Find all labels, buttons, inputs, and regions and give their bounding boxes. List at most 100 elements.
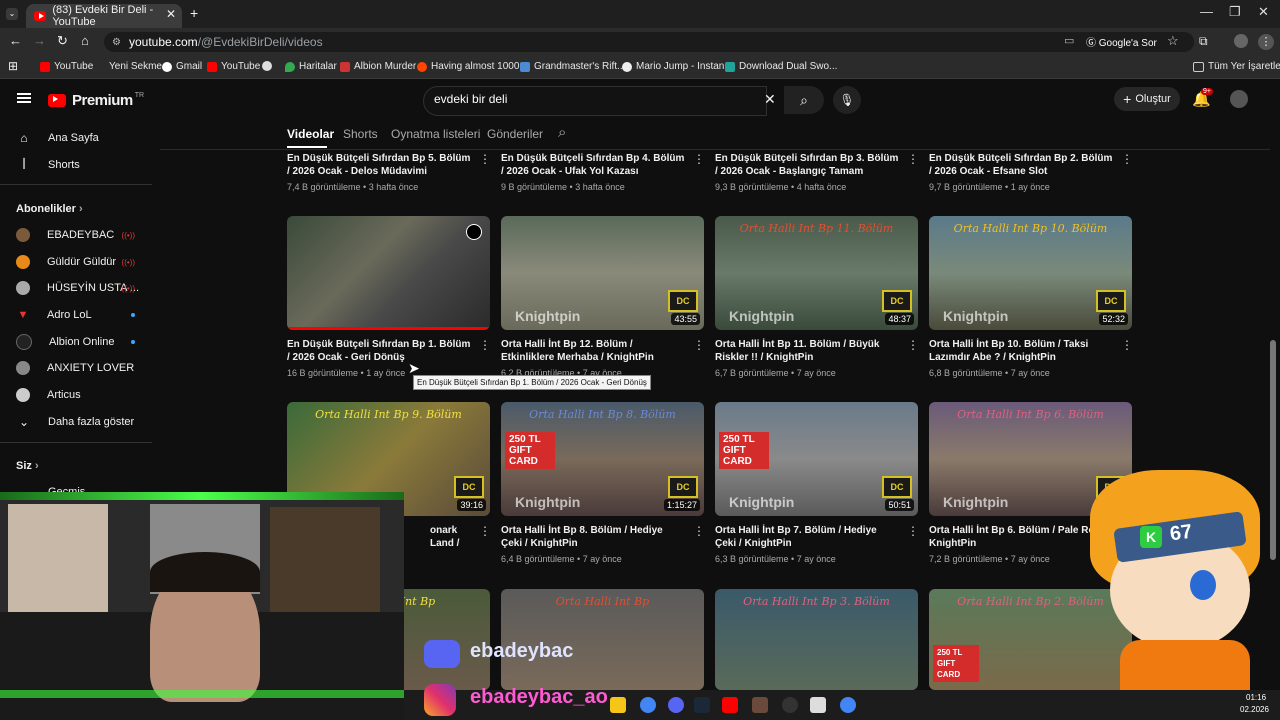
obs-icon[interactable] bbox=[782, 697, 798, 713]
bookmark-gmail[interactable]: Gmail bbox=[162, 61, 202, 72]
you-heading[interactable]: Siz › bbox=[16, 460, 39, 472]
extensions-icon[interactable]: ⧉ bbox=[1199, 34, 1208, 49]
video-title[interactable]: Orta Halli İnt Bp 11. Bölüm / Büyük Risk… bbox=[715, 338, 900, 364]
menu-icon[interactable] bbox=[17, 93, 31, 95]
youtube-logo[interactable]: Premium TR bbox=[48, 92, 144, 109]
tab-videos[interactable]: Videolar bbox=[287, 127, 334, 141]
sidebar-sub-guldur[interactable]: Güldür Güldür ((•)) bbox=[0, 249, 150, 275]
video-thumbnail[interactable]: 250 TL GIFT CARD DC Knightpin 50:51 bbox=[715, 402, 918, 516]
video-card[interactable]: En Düşük Bütçeli Sıfırdan Bp 2. Bölüm / … bbox=[929, 152, 1133, 192]
video-title[interactable]: En Düşük Bütçeli Sıfırdan Bp 5. Bölüm / … bbox=[287, 152, 472, 178]
video-thumbnail[interactable]: DC Knightpin 43:55 bbox=[501, 216, 704, 330]
bookmark-mario-jump[interactable]: Mario Jump - Instan... bbox=[622, 61, 733, 72]
game-icon[interactable] bbox=[752, 697, 768, 713]
tab-search-icon[interactable]: ⌄ bbox=[6, 8, 18, 20]
app-icon[interactable] bbox=[810, 697, 826, 713]
maximize-icon[interactable]: ❐ bbox=[1229, 4, 1241, 20]
more-actions-icon[interactable]: ⋮ bbox=[479, 338, 491, 352]
video-card[interactable]: onark Land / ⋮ bbox=[430, 524, 491, 550]
reload-icon[interactable]: ↻ bbox=[57, 33, 68, 49]
channel-search-icon[interactable]: ⌕ bbox=[558, 124, 566, 141]
new-tab-icon[interactable]: + bbox=[190, 5, 198, 21]
google-lens-chip[interactable]: Ⓖ Google'a Sor bbox=[1086, 34, 1157, 49]
video-title[interactable]: En Düşük Bütçeli Sıfırdan Bp 4. Bölüm / … bbox=[501, 152, 686, 178]
discord-taskbar-icon[interactable] bbox=[668, 697, 684, 713]
account-avatar[interactable] bbox=[1230, 90, 1248, 108]
video-card[interactable]: En Düşük Bütçeli Sıfırdan Bp 5. Bölüm / … bbox=[287, 152, 491, 192]
clear-search-icon[interactable]: ✕ bbox=[764, 91, 776, 108]
notifications-button[interactable]: 🔔 9+ bbox=[1192, 88, 1213, 108]
video-title[interactable]: En Düşük Bütçeli Sıfırdan Bp 2. Bölüm / … bbox=[929, 152, 1114, 178]
tab-playlists[interactable]: Oynatma listeleri bbox=[391, 127, 480, 141]
bookmark-reddit[interactable]: Having almost 1000... bbox=[417, 61, 528, 72]
bookmark-youtube-2[interactable]: YouTube bbox=[207, 61, 260, 72]
tab-posts[interactable]: Gönderiler bbox=[487, 127, 543, 141]
sidebar-item-home[interactable]: ⌂ Ana Sayfa bbox=[0, 125, 150, 151]
all-bookmarks[interactable]: Tüm Yer İşaretleri bbox=[1193, 61, 1280, 72]
sidebar-sub-huseyin[interactable]: HÜSEYİN USTA ... ((•)) bbox=[0, 275, 150, 301]
video-thumbnail[interactable]: Orta Halli Int Bp 10. Bölüm DC Knightpin… bbox=[929, 216, 1132, 330]
video-thumbnail[interactable]: Orta Halli Int Bp 3. Bölüm bbox=[715, 589, 918, 690]
close-tab-icon[interactable]: ✕ bbox=[166, 7, 176, 21]
more-actions-icon[interactable]: ⋮ bbox=[693, 524, 705, 538]
minimize-icon[interactable]: — bbox=[1200, 4, 1213, 19]
bookmark-youtube-1[interactable]: YouTube bbox=[40, 61, 93, 72]
sidebar-sub-articus[interactable]: Articus bbox=[0, 382, 150, 408]
subscriptions-heading[interactable]: Abonelikler › bbox=[16, 203, 83, 215]
video-card[interactable]: Orta Halli İnt Bp 7. Bölüm / Hediye Çeki… bbox=[715, 524, 919, 564]
chrome-icon[interactable] bbox=[840, 697, 856, 713]
more-actions-icon[interactable]: ⋮ bbox=[907, 338, 919, 352]
browser-tab-youtube[interactable]: (83) Evdeki Bir Deli - YouTube ✕ bbox=[26, 4, 182, 28]
bookmark-dual-swords[interactable]: Download Dual Swo... bbox=[725, 61, 837, 72]
sidebar-sub-anxiety[interactable]: ANXIETY LOVER bbox=[0, 355, 150, 381]
video-card[interactable]: Orta Halli İnt Bp 11. Bölüm / Büyük Risk… bbox=[715, 338, 919, 378]
voice-search-button[interactable]: 🎙 bbox=[833, 86, 861, 114]
video-card[interactable]: Orta Halli İnt Bp 8. Bölüm / Hediye Çeki… bbox=[501, 524, 705, 564]
cast-icon[interactable]: ▭ bbox=[1064, 34, 1074, 47]
video-title[interactable]: Orta Halli İnt Bp 12. Bölüm / Etkinlikle… bbox=[501, 338, 686, 364]
bookmark-new-tab[interactable]: Yeni Sekme bbox=[109, 61, 162, 72]
create-button[interactable]: + Oluştur bbox=[1114, 87, 1180, 111]
more-actions-icon[interactable]: ⋮ bbox=[907, 152, 919, 166]
video-title[interactable]: Orta Halli İnt Bp 10. Bölüm / Taksi Lazı… bbox=[929, 338, 1114, 364]
video-thumbnail[interactable] bbox=[287, 216, 490, 330]
sidebar-sub-albion[interactable]: Albion Online bbox=[0, 329, 150, 355]
video-card[interactable]: Orta Halli İnt Bp 10. Bölüm / Taksi Lazı… bbox=[929, 338, 1133, 378]
youtube-taskbar-icon[interactable] bbox=[722, 697, 738, 713]
back-icon[interactable]: ← bbox=[9, 33, 22, 48]
sidebar-sub-adro[interactable]: ▼ Adro LoL bbox=[0, 302, 150, 328]
chrome-icon[interactable] bbox=[640, 697, 656, 713]
video-card[interactable]: En Düşük Bütçeli Sıfırdan Bp 4. Bölüm / … bbox=[501, 152, 705, 192]
more-actions-icon[interactable]: ⋮ bbox=[1121, 338, 1133, 352]
video-title[interactable]: Orta Halli İnt Bp 7. Bölüm / Hediye Çeki… bbox=[715, 524, 900, 550]
forward-icon[interactable]: → bbox=[33, 33, 46, 48]
more-actions-icon[interactable]: ⋮ bbox=[1121, 152, 1133, 166]
video-thumbnail[interactable]: Orta Halli Int Bp 8. Bölüm 250 TL GIFT C… bbox=[501, 402, 704, 516]
video-title[interactable]: En Düşük Bütçeli Sıfırdan Bp 1. Bölüm / … bbox=[287, 338, 472, 364]
sidebar-item-shorts[interactable]: ꟾ Shorts bbox=[0, 152, 150, 178]
video-thumbnail[interactable]: Orta Halli Int Bp 11. Bölüm DC Knightpin… bbox=[715, 216, 918, 330]
bookmark-globe[interactable] bbox=[262, 61, 276, 71]
video-title[interactable]: onark Land / bbox=[430, 524, 480, 550]
more-actions-icon[interactable]: ⋮ bbox=[479, 524, 491, 538]
more-actions-icon[interactable]: ⋮ bbox=[907, 524, 919, 538]
sidebar-sub-ebadeybac[interactable]: EBADEYBAC ((•)) bbox=[0, 222, 150, 248]
video-card[interactable]: Orta Halli İnt Bp 12. Bölüm / Etkinlikle… bbox=[501, 338, 705, 378]
apps-grid-icon[interactable]: ⊞ bbox=[8, 59, 18, 73]
address-bar[interactable]: ⚙ youtube.com/@EvdekiBirDeli/videos ▭ Ⓖ … bbox=[104, 32, 1194, 52]
watch-later-icon[interactable] bbox=[466, 224, 482, 240]
show-more-button[interactable]: ⌄ Daha fazla göster bbox=[0, 409, 150, 435]
more-actions-icon[interactable]: ⋮ bbox=[693, 152, 705, 166]
home-browser-icon[interactable]: ⌂ bbox=[81, 33, 89, 48]
file-explorer-icon[interactable] bbox=[610, 697, 626, 713]
video-title[interactable]: Orta Halli İnt Bp 8. Bölüm / Hediye Çeki… bbox=[501, 524, 686, 550]
chrome-menu-icon[interactable]: ⋮ bbox=[1258, 34, 1274, 50]
steam-icon[interactable] bbox=[694, 697, 710, 713]
bookmark-grandmaster[interactable]: Grandmaster's Rift... bbox=[520, 61, 625, 72]
bookmark-star-icon[interactable]: ☆ bbox=[1167, 33, 1179, 49]
bookmark-maps[interactable]: Haritalar bbox=[285, 61, 337, 72]
profile-icon[interactable] bbox=[1234, 34, 1248, 48]
video-title[interactable]: En Düşük Bütçeli Sıfırdan Bp 3. Bölüm / … bbox=[715, 152, 900, 178]
video-card[interactable]: En Düşük Bütçeli Sıfırdan Bp 3. Bölüm / … bbox=[715, 152, 919, 192]
more-actions-icon[interactable]: ⋮ bbox=[479, 152, 491, 166]
